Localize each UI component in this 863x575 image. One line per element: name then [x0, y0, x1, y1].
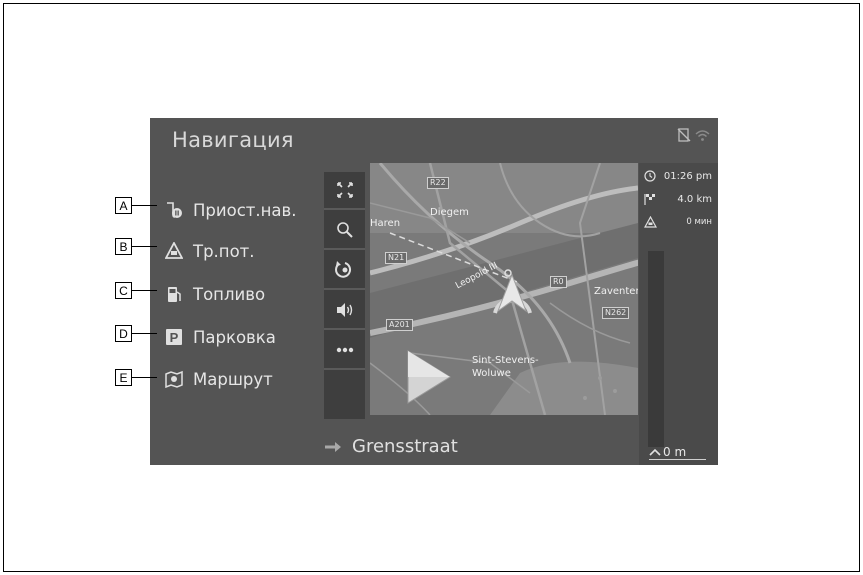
road-label: A201: [386, 319, 413, 331]
callout-line: [132, 290, 157, 291]
callout-label: E: [115, 369, 132, 386]
pause-guidance-icon: [164, 200, 184, 220]
menu-item-route[interactable]: Маршрут: [164, 366, 273, 392]
road-label: R0: [550, 276, 567, 288]
menu-item-label: Тр.пот.: [193, 241, 255, 261]
callout-line: [132, 333, 157, 334]
volume-button[interactable]: [324, 292, 365, 330]
arrival-time: 01:26 pm: [663, 170, 712, 182]
reroute-icon: [334, 261, 351, 278]
route-icon: [164, 369, 184, 389]
menu-item-fuel[interactable]: Топливо: [164, 281, 265, 307]
menu-item-label: Парковка: [193, 327, 276, 347]
menu-item-traffic[interactable]: Тр.пот.: [164, 238, 255, 264]
arrow-right-icon: [325, 441, 341, 452]
more-icon: [336, 347, 353, 353]
phone-disabled-icon: [677, 128, 691, 142]
reroute-button[interactable]: [324, 252, 365, 290]
place-label: Zaventem: [594, 286, 638, 297]
callout-line: [132, 377, 157, 378]
distance-bar: [648, 251, 664, 447]
current-street: Grensstraat: [324, 436, 458, 457]
callout-line: [132, 246, 157, 247]
bottom-distance: 0 m: [663, 445, 687, 459]
callout-line: [132, 205, 157, 206]
fullscreen-button[interactable]: [324, 172, 365, 210]
callout-label: A: [115, 197, 132, 214]
clock-icon: [644, 170, 656, 182]
place-label: Sint-Stevens-: [472, 355, 539, 366]
map-view[interactable]: R22 N21 A201 R0 N262 Haren Diegem Zavent…: [370, 163, 638, 415]
svg-text:P: P: [170, 330, 179, 345]
place-label: Diegem: [430, 207, 469, 218]
fullscreen-icon: [336, 182, 353, 198]
next-maneuver-distance: 0 m: [649, 445, 707, 460]
checkered-flag-icon: [644, 194, 655, 205]
traffic-warning-icon: [644, 216, 657, 228]
menu-item-label: Приост.нав.: [193, 200, 297, 220]
navigation-screen: Навигация Приост.нав. Тр.пот. Топливо P …: [150, 118, 718, 465]
distance-row: 4.0 km: [639, 189, 718, 209]
fuel-icon: [164, 284, 184, 304]
road-label: R22: [427, 177, 449, 189]
volume-icon: [336, 303, 352, 317]
menu-item-parking[interactable]: P Парковка: [164, 324, 276, 350]
place-label: Woluwe: [472, 368, 511, 379]
route-info-panel: 01:26 pm 4.0 km 0 мин 0 m: [639, 163, 718, 465]
remaining-distance: 4.0 km: [677, 193, 712, 205]
callout-label: C: [115, 282, 132, 299]
search-button[interactable]: [324, 212, 365, 250]
road-label: N262: [602, 307, 630, 319]
wifi-icon: [695, 130, 710, 141]
menu-item-label: Маршрут: [193, 369, 273, 389]
traffic-warning-icon: [164, 241, 184, 261]
menu-item-pause-guidance[interactable]: Приост.нав.: [164, 197, 297, 223]
road-label: N21: [385, 252, 408, 264]
parking-icon: P: [164, 327, 184, 347]
status-bar: [677, 128, 710, 142]
map-toolbar: [324, 172, 365, 419]
screen-title: Навигация: [172, 128, 294, 152]
more-button[interactable]: [324, 332, 365, 370]
menu-item-label: Топливо: [193, 284, 266, 304]
place-label: Haren: [370, 218, 401, 229]
search-icon: [336, 222, 353, 238]
callout-label: B: [115, 238, 132, 255]
callout-label: D: [115, 325, 132, 342]
street-name: Grensstraat: [352, 436, 458, 457]
arrival-time-row: 01:26 pm: [639, 166, 718, 186]
traffic-delay-row: 0 мин: [639, 212, 718, 232]
chevron-up-icon: [649, 448, 661, 456]
traffic-delay: 0 мин: [686, 217, 712, 227]
